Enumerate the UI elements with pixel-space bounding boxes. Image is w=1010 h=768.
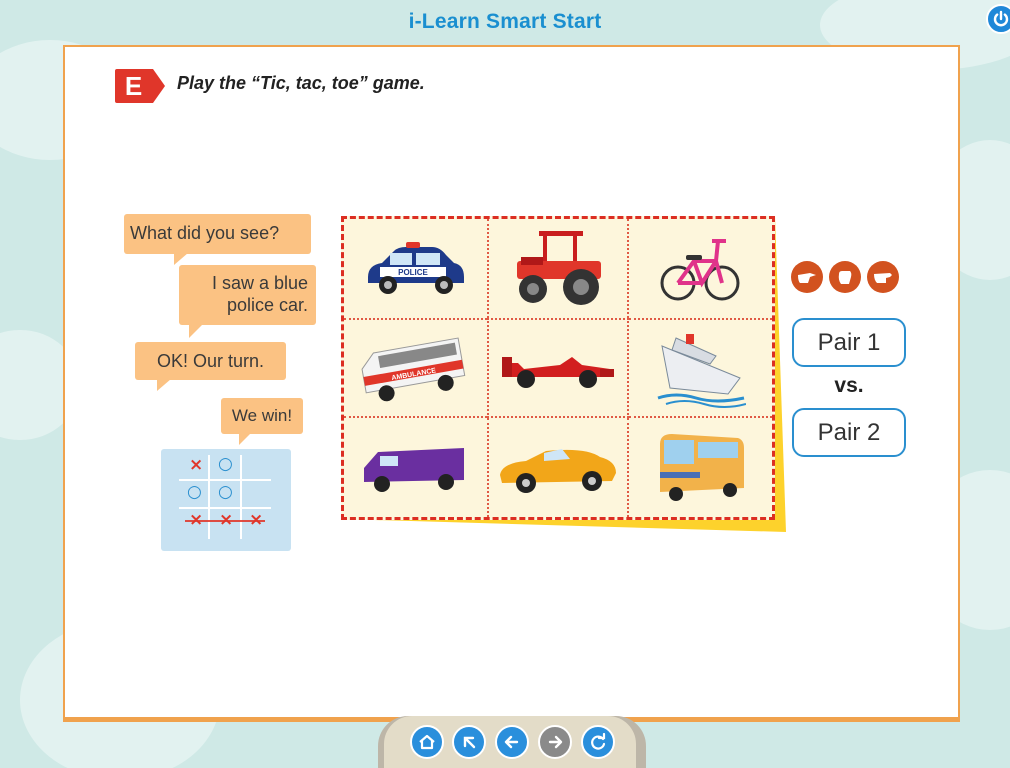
police-car-icon: POLICE <box>368 241 465 294</box>
grid-cell-race-car[interactable] <box>486 318 630 418</box>
pair-1-button[interactable]: Pair 1 <box>792 318 906 367</box>
next-icon <box>548 735 563 749</box>
lesson-page: E Play the “Tic, tac, toe” game. What di… <box>63 45 960 722</box>
grid-cell-tractor[interactable] <box>486 219 630 319</box>
scissors-hand-icon[interactable] <box>791 261 823 293</box>
picture-grid: POLICE AMBULANCE <box>341 216 786 533</box>
board-mark: ○ <box>187 482 202 502</box>
bus-icon <box>659 434 744 502</box>
grid-cell-police-car[interactable]: POLICE <box>344 219 487 318</box>
bicycle-icon <box>660 238 740 301</box>
versus-label: vs. <box>834 374 864 397</box>
back-arrow-icon <box>463 736 476 749</box>
grid-cell-sports-car[interactable] <box>486 417 630 517</box>
grid-cell-ship[interactable] <box>629 318 772 418</box>
board-mark: × <box>249 510 264 530</box>
grid-board: POLICE AMBULANCE <box>341 216 775 520</box>
previous-icon <box>504 735 519 749</box>
sports-car-icon <box>499 449 616 494</box>
refresh-button[interactable] <box>581 725 615 759</box>
power-icon <box>993 10 1009 27</box>
power-button[interactable] <box>986 4 1010 34</box>
rock-hand-icon[interactable] <box>829 261 861 293</box>
van-icon <box>364 448 465 493</box>
previous-button[interactable] <box>495 725 529 759</box>
race-car-icon <box>501 356 614 388</box>
exercise-letter: E <box>124 70 143 101</box>
grid-cell-bus[interactable] <box>629 418 772 517</box>
back-button[interactable] <box>452 725 486 759</box>
board-mark: × <box>219 510 234 530</box>
police-text: POLICE <box>398 268 428 277</box>
rock-paper-scissors <box>791 261 906 293</box>
exercise-badge: E <box>115 69 167 103</box>
speech-bubble: What did you see? <box>124 214 311 265</box>
grid-cell-bicycle[interactable] <box>629 219 772 318</box>
speech-bubble: OK! Our turn. <box>135 342 286 391</box>
next-button[interactable] <box>538 725 572 759</box>
ship-icon <box>657 333 746 408</box>
speech-bubble: I saw a blue police car. <box>179 265 316 338</box>
pair-2-button[interactable]: Pair 2 <box>792 408 906 457</box>
exercise-instruction: Play the “Tic, tac, toe” game. <box>177 73 425 93</box>
grid-cell-ambulance[interactable]: AMBULANCE <box>344 318 487 418</box>
home-button[interactable] <box>410 725 444 759</box>
home-icon <box>419 734 435 750</box>
tractor-icon <box>516 230 601 305</box>
example-board: × ○ ○ ○ × × × <box>161 449 291 551</box>
speech-bubble-text: I saw a blue police car. <box>211 273 308 315</box>
paper-hand-icon[interactable] <box>867 261 899 293</box>
refresh-icon <box>591 733 606 750</box>
ambulance-icon: AMBULANCE <box>361 337 466 402</box>
speech-bubble: We win! <box>221 398 303 445</box>
speech-bubble-text: We win! <box>231 406 293 425</box>
speech-bubble-text: OK! Our turn. <box>156 351 265 371</box>
board-mark: ○ <box>218 482 233 502</box>
speech-bubble-text: What did you see? <box>130 223 280 243</box>
app-title: i-Learn Smart Start <box>408 10 602 33</box>
grid-cell-van[interactable] <box>344 418 487 517</box>
board-mark: ○ <box>218 454 233 474</box>
board-mark: × <box>189 455 204 475</box>
board-mark: × <box>189 510 204 530</box>
